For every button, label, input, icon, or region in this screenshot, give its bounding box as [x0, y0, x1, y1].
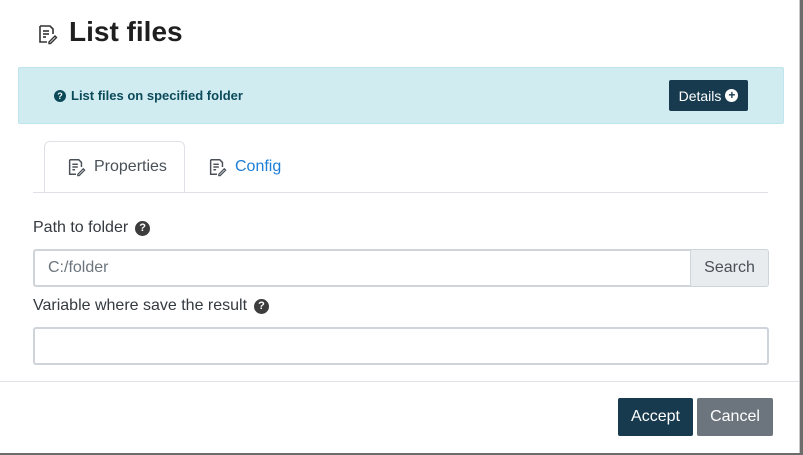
path-input[interactable]: [33, 249, 690, 287]
tab-config[interactable]: Config: [185, 141, 305, 193]
tab-label: Config: [235, 158, 282, 175]
accept-button[interactable]: Accept: [618, 398, 693, 436]
variable-label-text: Variable where save the result: [33, 297, 248, 314]
tab-label: Properties: [94, 158, 167, 175]
variable-label: Variable where save the result ?: [33, 297, 270, 315]
info-text: List files on specified folder: [71, 88, 243, 103]
path-label-text: Path to folder: [33, 219, 129, 236]
cancel-button[interactable]: Cancel: [697, 398, 773, 436]
variable-input[interactable]: [33, 327, 769, 365]
help-icon[interactable]: ?: [254, 298, 270, 314]
footer-divider: [0, 381, 799, 382]
info-alert: ? List files on specified folder Details…: [18, 67, 784, 124]
file-edit-icon: [209, 159, 227, 177]
info-message: ? List files on specified folder: [54, 87, 243, 105]
list-files-dialog: List files ? List files on specified fol…: [0, 0, 800, 453]
details-label: Details: [678, 87, 722, 104]
tab-properties[interactable]: Properties: [44, 141, 185, 193]
search-button[interactable]: Search: [690, 249, 769, 287]
help-icon[interactable]: ?: [135, 220, 151, 236]
file-edit-icon: [39, 25, 58, 45]
tabs-divider: [33, 192, 768, 193]
details-button[interactable]: Details +: [669, 80, 748, 111]
file-edit-icon: [68, 159, 86, 177]
dialog-title: List files: [69, 16, 183, 47]
plus-circle-icon: +: [725, 89, 739, 102]
question-circle-icon: ?: [54, 90, 66, 102]
path-input-group: Search: [33, 249, 769, 287]
dialog-header: List files: [0, 0, 799, 66]
path-label: Path to folder ?: [33, 219, 151, 237]
